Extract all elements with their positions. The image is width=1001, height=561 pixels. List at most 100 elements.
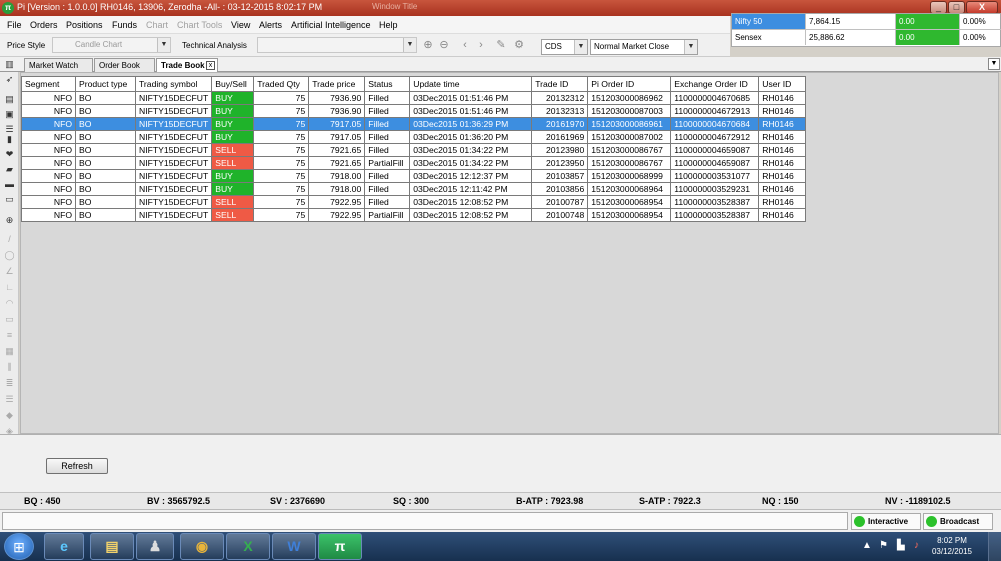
table-cell: 151203000086767 (587, 156, 672, 170)
table-row[interactable]: NFO BO NIFTY15DECFUT BUY 75 7936.90 Filled 03De… (21, 104, 807, 118)
taskbar-chrome-icon[interactable]: ◉ (180, 533, 224, 560)
tray-expand-icon[interactable]: ▲ (862, 540, 872, 551)
windows-taskbar: ⊞ e ▤ ♟ ◉ X W π ▲ ⚑ ▙ ♪ 8:02 PM 03/12/20… (0, 532, 1001, 561)
menu-help[interactable]: Help (379, 20, 398, 30)
table-cell: 151203000087003 (587, 104, 672, 118)
tab-trade-book[interactable]: Trade Book x (156, 58, 218, 73)
bar-chart-icon[interactable]: ▥ (4, 59, 15, 70)
table-cell: 1100000004670685 (670, 91, 760, 105)
toolbar: Price Style Candle Chart ▼ Technical Ana… (0, 34, 730, 57)
close-icon[interactable]: x (206, 61, 215, 70)
rectangle-tool-icon: ▭ (5, 314, 14, 324)
table-row[interactable]: NFO BO NIFTY15DECFUT BUY 75 7917.05 Filled 03De… (21, 117, 807, 131)
briefcase-icon[interactable]: ▰ (4, 164, 15, 175)
refresh-button[interactable]: Refresh (46, 458, 108, 474)
taskbar-pi-app-icon[interactable]: π (318, 533, 362, 560)
table-row[interactable]: NFO BO NIFTY15DECFUT BUY 75 7917.05 Filled 03De… (21, 130, 807, 144)
table-row[interactable]: NFO BO NIFTY15DECFUT SELL 75 7922.95 Filled 03D… (21, 195, 807, 209)
table-cell: RH0146 (758, 91, 807, 105)
column-header-status[interactable]: Status (364, 76, 411, 92)
table-row[interactable]: NFO BO NIFTY15DECFUT BUY 75 7936.90 Filled 03De… (21, 91, 807, 105)
tab-label: Trade Book (161, 61, 205, 70)
column-header-exchange-order-id[interactable]: Exchange Order ID (670, 76, 760, 92)
wallet-icon[interactable]: ▬ (4, 179, 15, 190)
tray-network-icon[interactable]: ▙ (897, 540, 905, 551)
column-header-pi-order-id[interactable]: Pi Order ID (587, 76, 672, 92)
folder-icon[interactable]: ▭ (4, 194, 15, 205)
tab-order-book[interactable]: Order Book (94, 58, 155, 72)
menu-positions[interactable]: Positions (66, 20, 103, 30)
menu-view[interactable]: View (231, 20, 250, 30)
menu-file[interactable]: File (7, 20, 22, 30)
ellipse-tool-icon: ◯ (4, 250, 15, 260)
table-cell: BO (75, 156, 136, 170)
exchange-select[interactable]: CDS ▼ (541, 39, 588, 55)
stat-bq: BQ : 450 (24, 496, 61, 506)
table-cell: 03Dec2015 12:08:52 PM (409, 208, 533, 222)
column-header-product-type[interactable]: Product type (75, 76, 136, 92)
taskbar-clock[interactable]: 8:02 PM 03/12/2015 (930, 535, 974, 557)
table-cell: 1100000003529231 (670, 182, 760, 196)
ticker-index-name: Sensex (732, 30, 806, 45)
menu-funds[interactable]: Funds (112, 20, 137, 30)
table-cell: NFO (21, 182, 76, 196)
menu-artificial-intelligence[interactable]: Artificial Intelligence (291, 20, 371, 30)
taskbar-file-explorer-icon[interactable]: ▤ (90, 533, 134, 560)
table-cell: Filled (364, 130, 411, 144)
start-button[interactable]: ⊞ (4, 533, 34, 560)
book-icon[interactable]: ▮ (4, 134, 15, 145)
chevron-down-icon: ▼ (574, 40, 587, 54)
stat-b-atp: B-ATP : 7923.98 (516, 496, 584, 506)
table-cell: RH0146 (758, 182, 807, 196)
table-row[interactable]: NFO BO NIFTY15DECFUT SELL 75 7921.65 Filled 03D… (21, 143, 807, 157)
table-cell: 7936.90 (308, 91, 366, 105)
heart-icon[interactable]: ❤ (4, 149, 15, 160)
table-row[interactable]: NFO BO NIFTY15DECFUT SELL 75 7922.95 PartialFi… (21, 208, 807, 222)
chevron-left-icon: ‹ (463, 39, 467, 51)
menu-alerts[interactable]: Alerts (259, 20, 282, 30)
fib-tool-icon: ≡ (6, 330, 13, 340)
globe-icon[interactable]: ⊕ (4, 215, 15, 226)
gear-icon: ⚙ (514, 39, 524, 51)
table-row[interactable]: NFO BO NIFTY15DECFUT SELL 75 7921.65 PartialFi… (21, 156, 807, 170)
column-header-buy-sell[interactable]: Buy/Sell (211, 76, 255, 92)
tray-flag-icon[interactable]: ⚑ (879, 540, 888, 551)
order-type-value: Normal Market Close (594, 42, 670, 51)
table-cell: 7917.05 (308, 130, 366, 144)
edit-icon: ✎ (496, 39, 506, 51)
column-header-trade-price[interactable]: Trade price (308, 76, 366, 92)
taskbar-internet-explorer-icon[interactable]: e (44, 533, 84, 560)
taskbar-word-icon[interactable]: W (272, 533, 316, 560)
table-row[interactable]: NFO BO NIFTY15DECFUT BUY 75 7918.00 Filled 03De… (21, 169, 807, 183)
tray-volume-icon[interactable]: ♪ (914, 540, 919, 551)
column-header-segment[interactable]: Segment (21, 76, 76, 92)
ticker-row-sensex[interactable]: Sensex 25,886.62 0.00 0.00% (732, 30, 1001, 46)
ticker-row-nifty[interactable]: Nifty 50 7,864.15 0.00 0.00% (732, 14, 1001, 30)
table-cell: 7918.00 (308, 182, 366, 196)
table-cell: 1100000003528387 (670, 208, 760, 222)
table-cell: NIFTY15DECFUT (134, 91, 213, 105)
table-row[interactable]: NFO BO NIFTY15DECFUT BUY 75 7918.00 Filled 03De… (21, 182, 807, 196)
taskbar-user-app-icon[interactable]: ♟ (136, 533, 174, 560)
taskbar-excel-icon[interactable]: X (226, 533, 270, 560)
column-header-update-time[interactable]: Update time (409, 76, 533, 92)
table-cell: 75 (253, 182, 310, 196)
show-desktop-button[interactable] (988, 532, 1001, 561)
angle-tool-icon: ∠ (5, 266, 14, 276)
table-cell: 20103857 (531, 169, 589, 183)
chevron-down-icon[interactable]: ▼ (988, 58, 1000, 70)
menu-orders[interactable]: Orders (30, 20, 58, 30)
save-icon[interactable]: ▣ (4, 109, 15, 120)
pointer-icon[interactable]: ➶ (4, 74, 15, 85)
table-cell: 03Dec2015 01:34:22 PM (409, 156, 533, 170)
column-header-user-id[interactable]: User ID (758, 76, 807, 92)
column-header-trade-id[interactable]: Trade ID (531, 76, 589, 92)
column-header-traded-qty[interactable]: Traded Qty (253, 76, 310, 92)
table-cell: 7918.00 (308, 169, 366, 183)
column-header-trading-symbol[interactable]: Trading symbol (134, 76, 213, 92)
table-cell: Filled (364, 117, 411, 131)
document-icon[interactable]: ▤ (4, 94, 15, 105)
order-type-select[interactable]: Normal Market Close ▼ (590, 39, 698, 55)
table-cell: 20100787 (531, 195, 589, 209)
tab-market-watch[interactable]: Market Watch (24, 58, 93, 72)
